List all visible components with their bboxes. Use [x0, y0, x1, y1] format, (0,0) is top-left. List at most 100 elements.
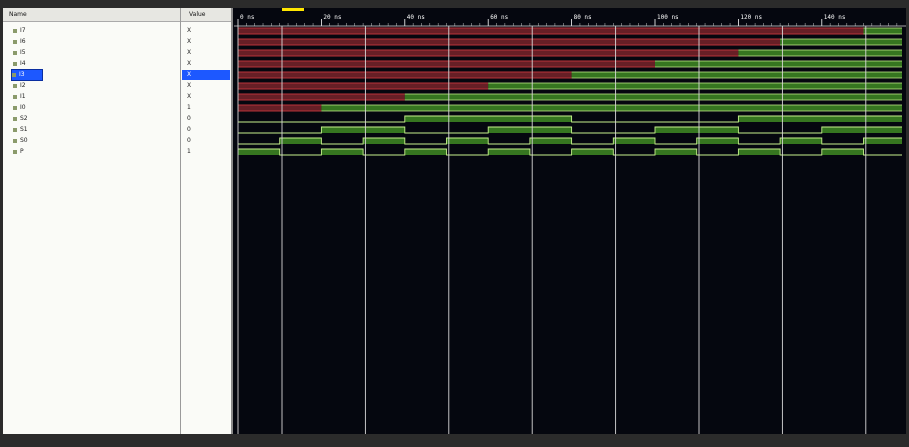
signal-name-label: I2 [20, 82, 26, 89]
signal-value-i6[interactable]: X [187, 37, 227, 47]
signal-row-p[interactable]: P [13, 147, 24, 157]
signal-glyph-icon [13, 94, 17, 99]
wave-high-region [279, 138, 322, 144]
signal-row-s1[interactable]: S1 [13, 125, 28, 135]
signal-values-panel: Value XXXXXXX10001 [181, 8, 233, 434]
wave-high-region [238, 149, 280, 155]
signal-glyph-icon [13, 105, 17, 110]
names-column-header[interactable]: Name [3, 8, 180, 22]
ruler-tick-label: 60 ns [490, 14, 508, 21]
signal-name-label: I1 [20, 93, 26, 100]
signal-glyph-icon [13, 127, 17, 132]
signal-row-i4[interactable]: I4 [13, 59, 26, 69]
wave-defined-region [321, 105, 902, 111]
wave-high-region [529, 138, 572, 144]
signal-name-label: S2 [20, 115, 28, 122]
signal-name-label: I7 [20, 27, 26, 34]
signal-glyph-icon [13, 138, 17, 143]
signal-row-i1[interactable]: I1 [13, 92, 26, 102]
wave-high-region [321, 149, 364, 155]
wave-high-region [488, 127, 572, 133]
wave-high-region [404, 116, 572, 122]
signal-glyph-icon [13, 50, 17, 55]
wave-high-region [821, 127, 902, 133]
signal-row-i7[interactable]: I7 [13, 26, 26, 36]
signal-row-i6[interactable]: I6 [13, 37, 26, 47]
signal-row-s2[interactable]: S2 [13, 114, 28, 124]
wave-high-region [613, 138, 655, 144]
wave-defined-region [488, 83, 902, 89]
wave-high-region [821, 149, 864, 155]
signal-value-s0[interactable]: 0 [187, 136, 227, 146]
signal-value-s1[interactable]: 0 [187, 125, 227, 135]
waveform-canvas[interactable]: 0 ns 20 ns 40 ns 60 ns 80 ns 100 ns 120 ns 140 … [234, 8, 906, 434]
wave-x-region [238, 61, 655, 67]
values-column-header[interactable]: Value [181, 8, 231, 22]
wave-high-region [404, 149, 447, 155]
wave-high-region [446, 138, 489, 144]
signal-value-i0[interactable]: 1 [187, 103, 227, 113]
wave-x-region [238, 72, 572, 78]
signal-value-i5[interactable]: X [187, 48, 227, 58]
ruler-tick-label: 80 ns [574, 14, 592, 21]
time-cursor-marker [282, 8, 304, 11]
signal-value-i2[interactable]: X [187, 81, 227, 91]
signal-row-s0[interactable]: S0 [13, 136, 28, 146]
wave-defined-region [738, 50, 902, 56]
waveform-viewer[interactable]: 0 ns 20 ns 40 ns 60 ns 80 ns 100 ns 120 ns 140 … [234, 8, 906, 434]
ruler-tick-label: 100 ns [657, 14, 679, 21]
signal-name-label: I5 [20, 49, 26, 56]
signal-name-label: I6 [20, 38, 26, 45]
signal-name-label: S1 [20, 126, 28, 133]
signal-value-p[interactable]: 1 [187, 147, 227, 157]
signal-glyph-icon [13, 28, 17, 33]
wave-defined-region [655, 61, 902, 67]
signal-names-panel: Name I7 I6 I5 I4 I3 I2 I1 I0 S2 S1 S0 P [3, 8, 181, 434]
signal-value-i3[interactable]: X [182, 70, 230, 80]
signal-name-label: I0 [20, 104, 26, 111]
signal-value-s2[interactable]: 0 [187, 114, 227, 124]
signal-glyph-icon [13, 149, 17, 154]
wave-high-region [738, 149, 781, 155]
wave-high-region [696, 138, 739, 144]
wave-high-region [363, 138, 405, 144]
signal-glyph-icon [13, 61, 17, 66]
signal-row-i3[interactable]: I3 [11, 69, 43, 81]
ruler-tick-label: 40 ns [407, 14, 425, 21]
wave-defined-region [404, 94, 902, 100]
signal-row-i2[interactable]: I2 [13, 81, 26, 91]
signal-glyph-icon [12, 72, 16, 77]
wave-x-region [238, 105, 322, 111]
wave-high-region [655, 127, 739, 133]
wave-x-region [238, 50, 739, 56]
signal-value-i7[interactable]: X [187, 26, 227, 36]
signal-value-i1[interactable]: X [187, 92, 227, 102]
signal-value-i4[interactable]: X [187, 59, 227, 69]
wave-defined-region [863, 28, 902, 34]
wave-high-region [321, 127, 405, 133]
signal-name-label: I3 [19, 71, 25, 78]
wave-high-region [571, 149, 614, 155]
wave-defined-region [780, 39, 902, 45]
ruler-tick-label: 140 ns [824, 14, 846, 21]
ruler-tick-label: 120 ns [740, 14, 762, 21]
signal-glyph-icon [13, 83, 17, 88]
wave-x-region [238, 28, 864, 34]
signal-row-i5[interactable]: I5 [13, 48, 26, 58]
wave-high-region [863, 138, 902, 144]
simulator-window: Name I7 I6 I5 I4 I3 I2 I1 I0 S2 S1 S0 P Value XXXXX… [3, 8, 906, 434]
signal-glyph-icon [13, 116, 17, 121]
wave-x-region [238, 94, 405, 100]
ruler-tick-label: 0 ns [240, 14, 255, 21]
wave-x-region [238, 83, 489, 89]
wave-high-region [488, 149, 530, 155]
signal-row-i0[interactable]: I0 [13, 103, 26, 113]
wave-high-region [655, 149, 697, 155]
signal-name-label: I4 [20, 60, 26, 67]
wave-defined-region [571, 72, 902, 78]
wave-high-region [738, 116, 902, 122]
wave-high-region [780, 138, 822, 144]
ruler-tick-label: 20 ns [323, 14, 341, 21]
signal-name-label: P [20, 148, 24, 155]
signal-name-label: S0 [20, 137, 28, 144]
